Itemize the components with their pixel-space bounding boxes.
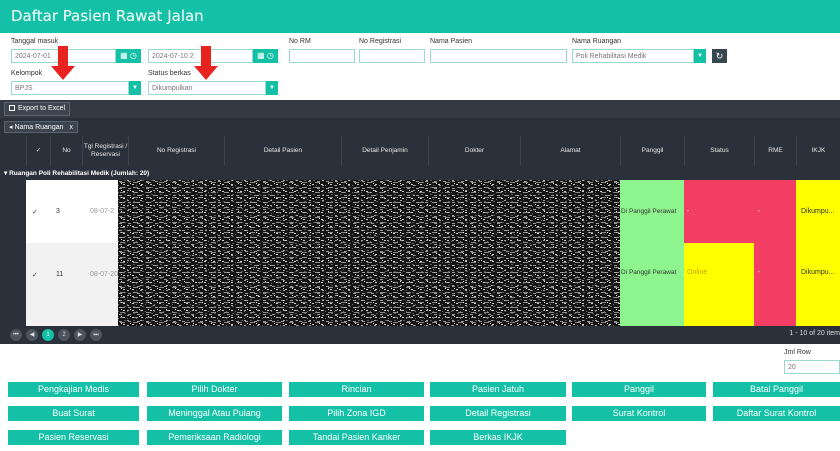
red-arrow-icon bbox=[51, 46, 75, 80]
nama-ruangan-select[interactable]: Poli Rehabilitasi Medik bbox=[572, 49, 694, 63]
calendar-icon[interactable]: ▦ ◷ bbox=[253, 49, 278, 63]
row-ikjk[interactable]: Dikumpu... bbox=[796, 180, 840, 243]
pager: ⏮ ◀ 1 2 ▶ ⏭ 1 - 10 of 20 item bbox=[0, 326, 840, 344]
group-chip-label: Nama Ruangan bbox=[14, 124, 64, 131]
row-status: - bbox=[684, 180, 754, 243]
jml-row-input[interactable]: 20 bbox=[784, 360, 840, 374]
row-panggil[interactable]: Di Panggil Perawat bbox=[620, 180, 684, 243]
chevron-down-icon[interactable]: ▼ bbox=[266, 81, 278, 95]
pilih-dokter-button[interactable]: Pilih Dokter bbox=[147, 382, 282, 397]
batal-panggil-button[interactable]: Batal Panggil bbox=[713, 382, 840, 397]
grid-toolbar: Export to Excel bbox=[0, 100, 840, 118]
row-no: 3 bbox=[56, 208, 60, 215]
row-rme: - bbox=[754, 180, 796, 243]
pasien-reservasi-button[interactable]: Pasien Reservasi bbox=[8, 430, 139, 445]
column-status[interactable]: Status bbox=[684, 136, 754, 166]
tanggal-from-value: 2024-07-01 bbox=[15, 53, 51, 60]
pasien-jatuh-button[interactable]: Pasien Jatuh bbox=[430, 382, 566, 397]
close-icon[interactable]: x bbox=[69, 124, 73, 131]
column-no[interactable]: No bbox=[50, 136, 82, 166]
rincian-button[interactable]: Rincian bbox=[289, 382, 424, 397]
column-panggil[interactable]: Panggil bbox=[620, 136, 684, 166]
export-excel-button[interactable]: Export to Excel bbox=[4, 102, 71, 116]
no-registrasi-label: No Registrasi bbox=[359, 38, 402, 45]
nama-ruangan-label: Nama Ruangan bbox=[572, 38, 622, 45]
buat-surat-button[interactable]: Buat Surat bbox=[8, 406, 139, 421]
row-panggil[interactable]: Di Panggil Perawat bbox=[620, 243, 684, 326]
group-row[interactable]: ▾ Ruangan Poli Rehabilitasi Medik (Jumla… bbox=[0, 166, 840, 180]
jml-row-label: Jml Row bbox=[784, 349, 811, 356]
tandai-pasien-kanker-button[interactable]: Tandai Pasien Kanker bbox=[289, 430, 424, 445]
tanggal-masuk-label: Tanggal masuk bbox=[11, 38, 59, 45]
berkas-ikjk-button[interactable]: Berkas IKJK bbox=[430, 430, 566, 445]
title-bar: Daftar Pasien Rawat Jalan bbox=[0, 0, 840, 33]
column-expand bbox=[0, 136, 26, 166]
refresh-icon[interactable]: ↻ bbox=[712, 49, 727, 63]
table-header: ✓ No Tgl Registrasi / Reservasi No Regis… bbox=[0, 136, 840, 166]
column-detail-pasien[interactable]: Detail Pasien bbox=[224, 136, 341, 166]
page-1-button[interactable]: 1 bbox=[42, 329, 54, 341]
status-berkas-select[interactable]: Dikumpulkan bbox=[148, 81, 266, 95]
surat-kontrol-button[interactable]: Surat Kontrol bbox=[572, 406, 706, 421]
prev-page-icon[interactable]: ◀ bbox=[26, 329, 38, 341]
pemeriksaan-radiologi-button[interactable]: Pemeriksaan Radiologi bbox=[147, 430, 282, 445]
meninggal-atau-pulang-button[interactable]: Meninggal Atau Pulang bbox=[147, 406, 282, 421]
redacted-area bbox=[118, 180, 620, 326]
detail-registrasi-button[interactable]: Detail Registrasi bbox=[430, 406, 566, 421]
red-arrow-icon bbox=[194, 46, 218, 80]
first-page-icon[interactable]: ⏮ bbox=[10, 329, 22, 341]
row-no: 11 bbox=[56, 271, 64, 278]
row-tgl: 08-07-20 bbox=[90, 271, 119, 278]
kelompok-select[interactable]: BPJS bbox=[11, 81, 129, 95]
status-berkas-label: Status berkas bbox=[148, 70, 191, 77]
pager-info: 1 - 10 of 20 item bbox=[789, 330, 840, 337]
column-check[interactable]: ✓ bbox=[26, 136, 50, 166]
daftar-surat-kontrol-button[interactable]: Daftar Surat Kontrol bbox=[713, 406, 840, 421]
row-ikjk[interactable]: Dikumpu... bbox=[796, 243, 840, 326]
group-row-label: Ruangan Poli Rehabilitasi Medik (Jumlah:… bbox=[9, 170, 150, 177]
no-registrasi-input[interactable] bbox=[359, 49, 425, 63]
column-no-registrasi[interactable]: No Registrasi bbox=[128, 136, 224, 166]
nama-pasien-label: Nama Pasien bbox=[430, 38, 473, 45]
chevron-down-icon[interactable]: ▼ bbox=[694, 49, 706, 63]
next-page-icon[interactable]: ▶ bbox=[74, 329, 86, 341]
group-chip-nama-ruangan[interactable]: ◂ Nama Ruangan x bbox=[4, 121, 78, 133]
page-title: Daftar Pasien Rawat Jalan bbox=[11, 7, 204, 25]
row-rme: - bbox=[754, 243, 796, 326]
row-status: Online bbox=[684, 243, 754, 326]
group-panel: ◂ Nama Ruangan x bbox=[0, 118, 840, 136]
no-rm-input[interactable] bbox=[289, 49, 355, 63]
column-detail-penjamin[interactable]: Detail Penjamin bbox=[341, 136, 428, 166]
pilih-zona-igd-button[interactable]: Pilih Zona IGD bbox=[289, 406, 424, 421]
row-check-icon[interactable]: ✓ bbox=[32, 180, 38, 243]
export-excel-label: Export to Excel bbox=[18, 105, 66, 112]
column-ikjk[interactable]: IKJK bbox=[796, 136, 840, 166]
kelompok-label: Kelompok bbox=[11, 70, 43, 77]
nama-pasien-input[interactable] bbox=[430, 49, 567, 63]
pengkajian-medis-button[interactable]: Pengkajian Medis bbox=[8, 382, 139, 397]
column-dokter[interactable]: Dokter bbox=[428, 136, 520, 166]
page-2-button[interactable]: 2 bbox=[58, 329, 70, 341]
column-alamat[interactable]: Alamat bbox=[520, 136, 620, 166]
excel-icon bbox=[9, 105, 15, 111]
calendar-icon[interactable]: ▦ ◷ bbox=[116, 49, 141, 63]
row-tgl: 08-07-2 bbox=[90, 208, 115, 215]
column-rme[interactable]: RME bbox=[754, 136, 796, 166]
column-tgl-registrasi[interactable]: Tgl Registrasi / Reservasi bbox=[82, 136, 128, 166]
chevron-down-icon[interactable]: ▼ bbox=[129, 81, 141, 95]
row-check-icon[interactable]: ✓ bbox=[32, 243, 38, 306]
last-page-icon[interactable]: ⏭ bbox=[90, 329, 102, 341]
no-rm-label: No RM bbox=[289, 38, 311, 45]
panggil-button[interactable]: Panggil bbox=[572, 382, 706, 397]
